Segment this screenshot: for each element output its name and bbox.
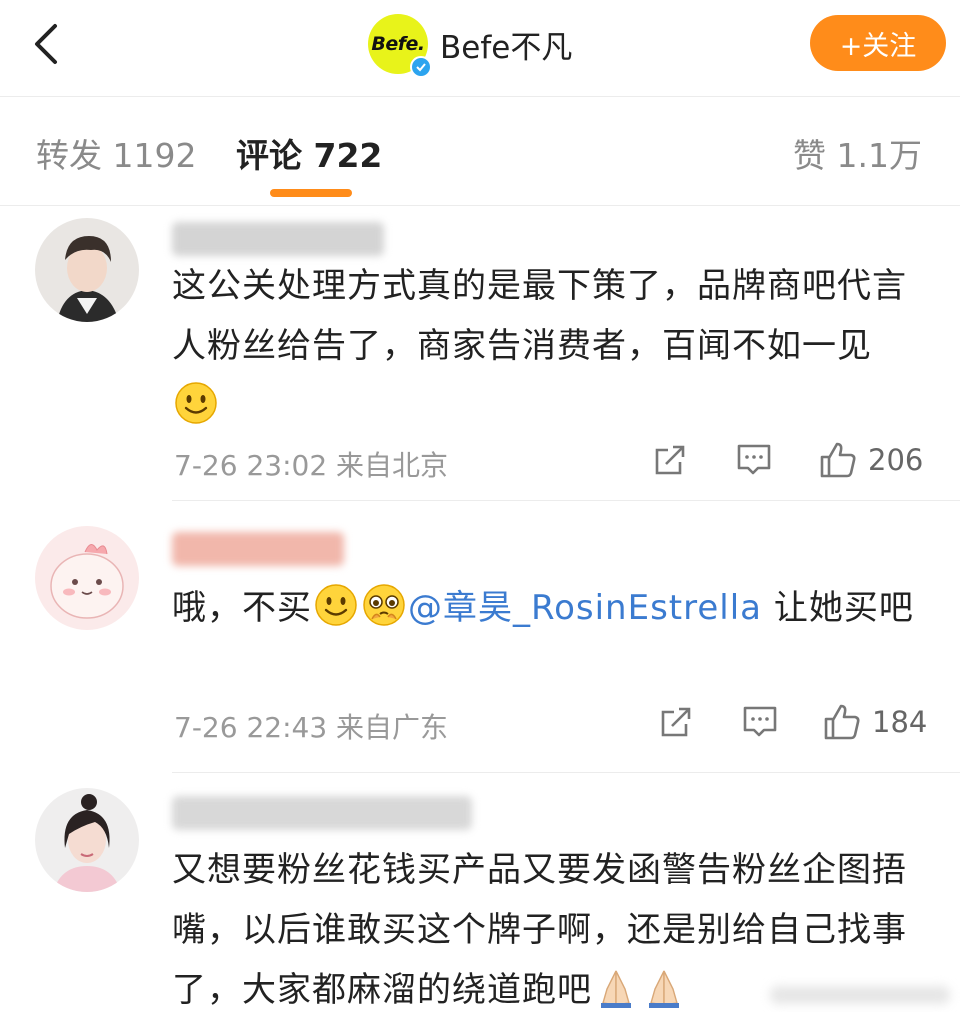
watermark-blurred bbox=[770, 986, 950, 1004]
folded-hands-emoji bbox=[649, 970, 679, 1008]
share-button[interactable] bbox=[658, 704, 694, 740]
avatar[interactable] bbox=[35, 218, 139, 322]
reply-button[interactable] bbox=[742, 704, 778, 740]
username-blurred[interactable] bbox=[172, 532, 344, 566]
comment-icon bbox=[743, 706, 777, 737]
tab-reposts[interactable]: 转发 1192 bbox=[36, 129, 196, 177]
share-button[interactable] bbox=[652, 442, 688, 478]
brand-logo-text: Befe. bbox=[371, 33, 425, 55]
comment-meta: 7-26 22:43 来自广东 bbox=[174, 706, 448, 746]
top-bar: Befe. Befe不凡 +关注 bbox=[0, 0, 960, 96]
tab-likes[interactable]: 赞 1.1万 bbox=[793, 129, 922, 177]
comment-body: 这公关处理方式真的是最下策了，品牌商吧代言人粉丝给告了，商家告消费者，百闻不如一… bbox=[172, 266, 907, 366]
mention-link[interactable]: @章昊_RosinEstrella bbox=[408, 588, 762, 628]
comment-item: 又想要粉丝花钱买产品又要发函警告粉丝企图捂嘴，以后谁敢买这个牌子啊，还是别给自己… bbox=[0, 774, 960, 1012]
follow-button[interactable]: +关注 bbox=[810, 15, 946, 71]
like-count: 184 bbox=[872, 705, 928, 739]
comment-location: 来自广东 bbox=[336, 711, 449, 744]
post-tabs: 转发 1192 评论 722 赞 1.1万 bbox=[0, 97, 960, 205]
active-tab-indicator bbox=[270, 189, 352, 197]
share-icon bbox=[661, 707, 691, 737]
comment-item: 哦，不买 @章昊_RosinEstrella 让她买吧 7-26 22:43 来自… bbox=[0, 502, 960, 774]
comment-divider bbox=[172, 500, 960, 501]
account-name[interactable]: Befe不凡 bbox=[440, 22, 572, 67]
comment-text: 哦，不买 @章昊_RosinEstrella 让她买吧 bbox=[172, 578, 917, 638]
comment-time: 7-26 23:02 bbox=[174, 449, 328, 482]
username-blurred[interactable] bbox=[172, 796, 472, 830]
comment-meta: 7-26 23:02 来自北京 bbox=[174, 444, 448, 484]
comment-text: 这公关处理方式真的是最下策了，品牌商吧代言人粉丝给告了，商家告消费者，百闻不如一… bbox=[172, 256, 917, 436]
comment-body-before: 哦，不买 bbox=[172, 588, 312, 628]
verified-badge-icon bbox=[410, 56, 432, 78]
smile-emoji bbox=[315, 584, 357, 626]
account-avatar[interactable]: Befe. bbox=[368, 14, 432, 78]
back-button[interactable] bbox=[22, 20, 70, 68]
reply-button[interactable] bbox=[736, 442, 772, 478]
like-button[interactable]: 206 bbox=[818, 440, 923, 480]
smile-emoji bbox=[175, 382, 217, 424]
avatar[interactable] bbox=[35, 788, 139, 892]
folded-hands-emoji bbox=[601, 970, 631, 1008]
tab-comments[interactable]: 评论 722 bbox=[236, 129, 382, 177]
comment-icon bbox=[737, 444, 771, 475]
username-blurred[interactable] bbox=[172, 222, 384, 256]
thumbs-up-icon bbox=[820, 442, 856, 478]
comment-item: 这公关处理方式真的是最下策了，品牌商吧代言人粉丝给告了，商家告消费者，百闻不如一… bbox=[0, 206, 960, 502]
comment-time: 7-26 22:43 bbox=[174, 711, 328, 744]
like-count: 206 bbox=[868, 443, 924, 477]
comment-location: 来自北京 bbox=[336, 449, 449, 482]
comment-body-after: 让她买吧 bbox=[762, 588, 914, 628]
thumbs-up-icon bbox=[824, 704, 860, 740]
pleading-emoji bbox=[363, 584, 405, 626]
avatar[interactable] bbox=[35, 526, 139, 630]
share-icon bbox=[655, 445, 685, 475]
chevron-left-icon bbox=[35, 24, 57, 64]
like-button[interactable]: 184 bbox=[822, 702, 927, 742]
comment-divider bbox=[172, 772, 960, 773]
